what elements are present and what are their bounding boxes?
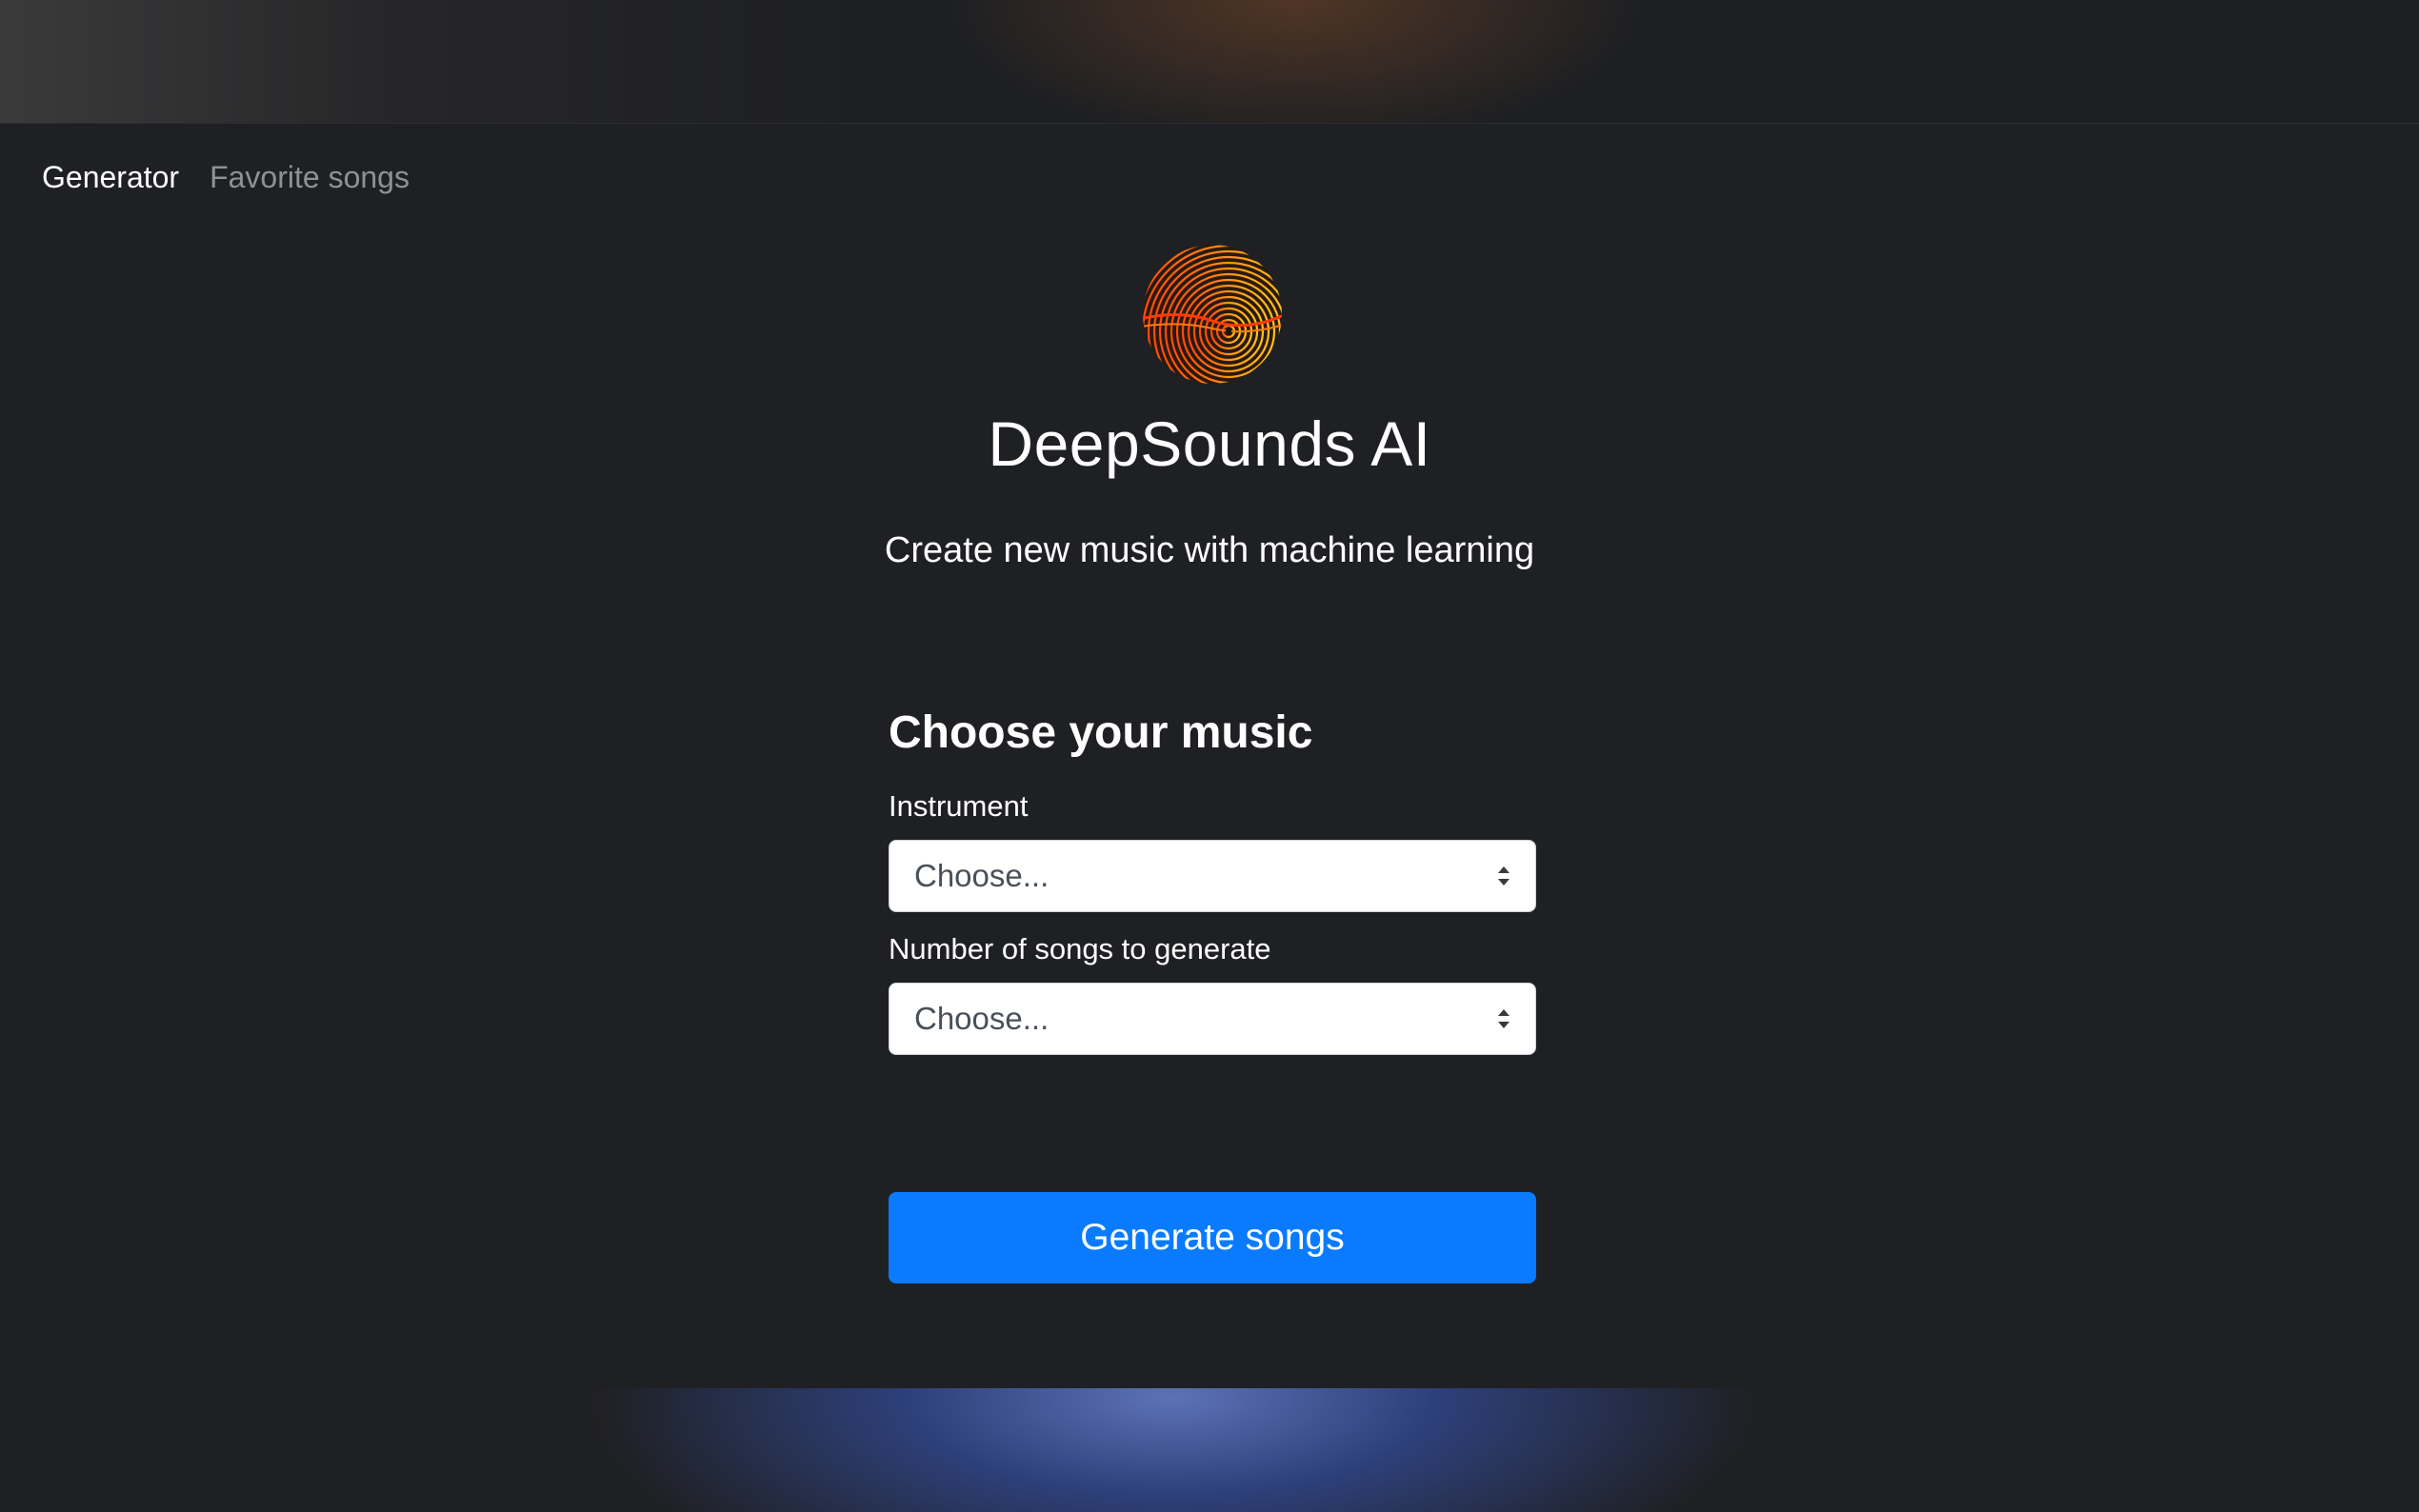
bottom-decorative-glow (0, 1388, 2419, 1512)
instrument-select-value: Choose... (914, 858, 1050, 893)
app-tagline: Create new music with machine learning (884, 530, 1535, 570)
soundwave-disc-logo-icon (1143, 245, 1282, 384)
select-arrows-icon (1498, 866, 1509, 885)
form-heading: Choose your music (889, 707, 1313, 758)
top-decorative-strip (0, 0, 2419, 124)
instrument-select[interactable]: Choose... (889, 840, 1536, 912)
app-title: DeepSounds AI (988, 408, 1431, 479)
nav-item-generator[interactable]: Generator (42, 160, 179, 195)
song-count-select[interactable]: Choose... (889, 983, 1536, 1055)
top-nav: Generator Favorite songs (42, 160, 410, 195)
generate-songs-button[interactable]: Generate songs (889, 1192, 1536, 1283)
select-arrows-icon (1498, 1009, 1509, 1028)
instrument-label: Instrument (889, 789, 1029, 823)
song-count-select-value: Choose... (914, 1001, 1050, 1036)
page: Generator Favorite songs DeepSounds AI C… (0, 0, 2419, 1512)
song-count-label: Number of songs to generate (889, 932, 1271, 965)
nav-item-favorite-songs[interactable]: Favorite songs (210, 160, 410, 195)
music-form: Choose your music Instrument Choose... N… (889, 703, 1536, 1055)
